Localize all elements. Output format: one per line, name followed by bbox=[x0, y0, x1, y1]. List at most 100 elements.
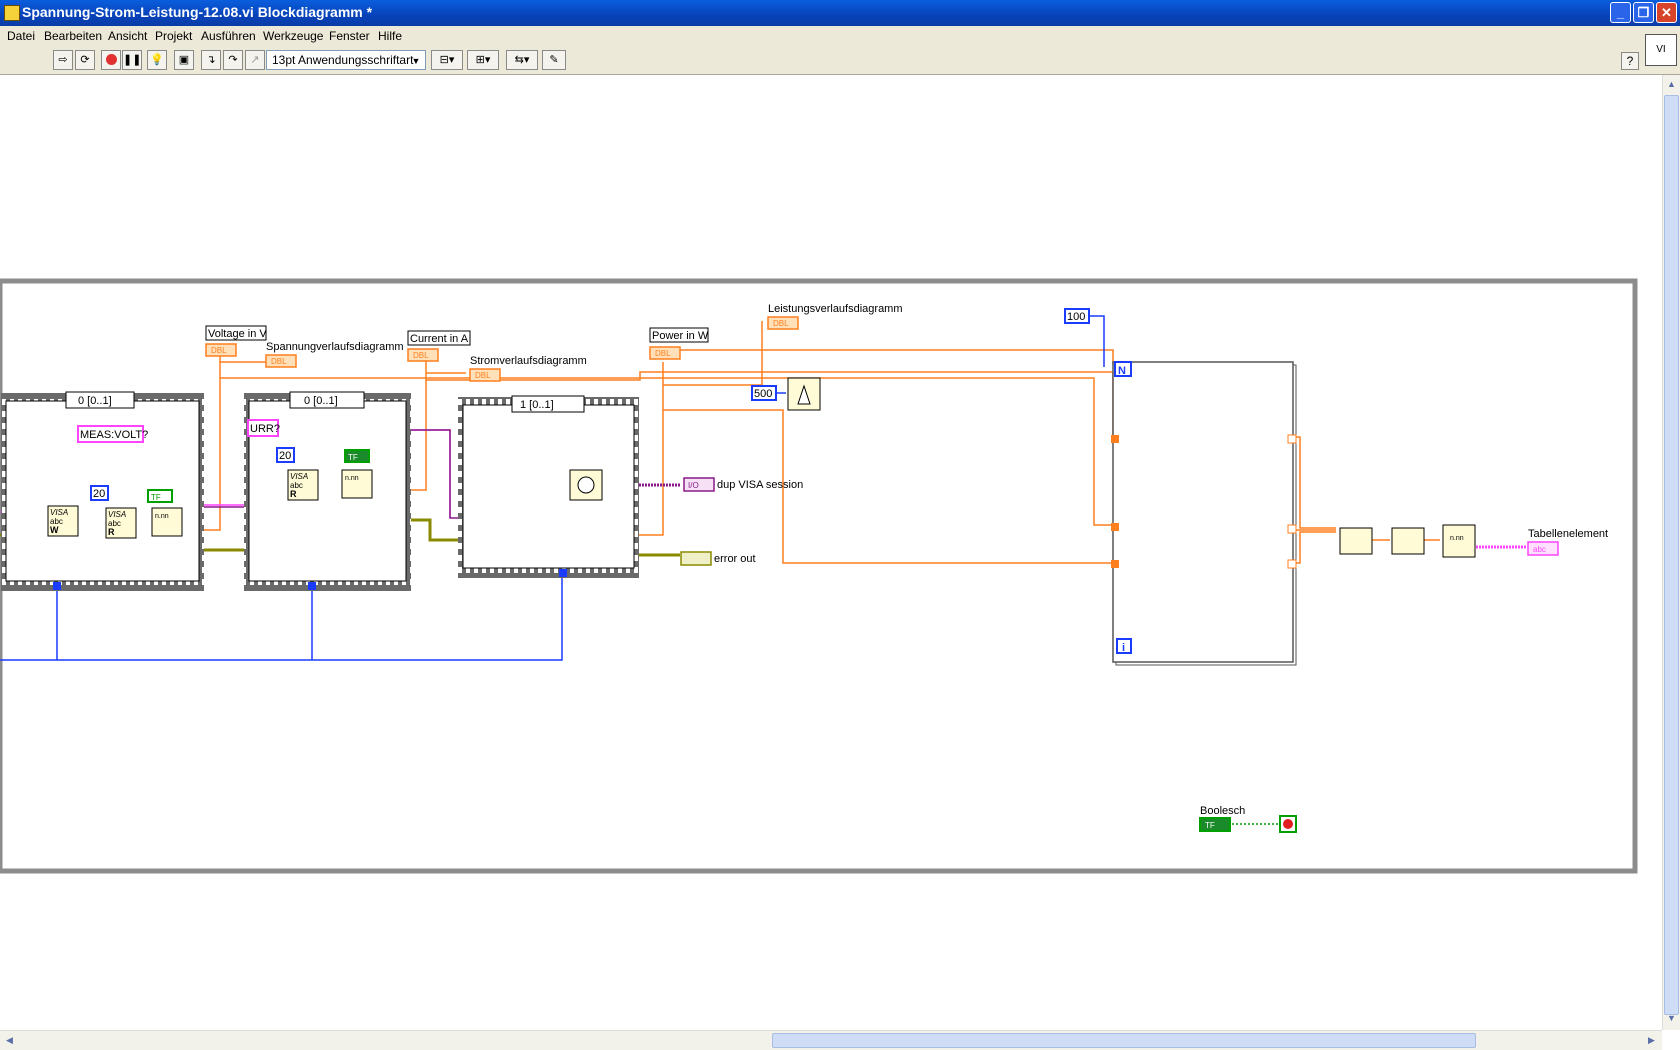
vertical-scrollbar[interactable]: ▲ ▼ bbox=[1662, 75, 1680, 1030]
svg-text:DBL: DBL bbox=[271, 357, 287, 366]
tunnel[interactable] bbox=[1111, 560, 1119, 568]
svg-text:dup VISA session: dup VISA session bbox=[717, 479, 803, 491]
vi-icon-connector-pane[interactable]: VI bbox=[1645, 34, 1677, 66]
svg-text:R: R bbox=[290, 489, 297, 499]
for-loop-structure[interactable]: N i bbox=[1111, 361, 1297, 666]
string-constant-curr[interactable]: URR? bbox=[247, 419, 280, 437]
chart-power[interactable]: Leistungsverlaufsdiagramm DBL bbox=[767, 303, 903, 330]
reorder-icon[interactable]: ⇆▾ bbox=[506, 50, 538, 70]
transpose-array-node[interactable] bbox=[1391, 527, 1425, 555]
step-over-icon[interactable]: ↷ bbox=[223, 50, 243, 70]
indicator-table-element[interactable]: Tabellenelement abc bbox=[1527, 528, 1608, 556]
fract-exp-string-to-number-a[interactable]: n.nn bbox=[151, 507, 183, 537]
loop-stop-terminal[interactable] bbox=[1279, 815, 1297, 833]
minimize-button[interactable]: _ bbox=[1610, 2, 1631, 23]
frame1-selector-label[interactable]: 0 [0..1] bbox=[78, 395, 112, 407]
context-help-button[interactable]: ? bbox=[1621, 52, 1639, 70]
svg-text:DBL: DBL bbox=[211, 346, 227, 355]
pause-icon[interactable]: ❚❚ bbox=[122, 50, 142, 70]
menu-hilfe[interactable]: Hilfe bbox=[378, 29, 402, 43]
menu-datei[interactable]: Datei bbox=[7, 29, 35, 43]
tunnel[interactable] bbox=[1287, 559, 1297, 569]
scroll-left-icon[interactable]: ◀ bbox=[2, 1033, 17, 1048]
string-constant-meas-volt[interactable]: MEAS:VOLT? bbox=[77, 425, 148, 443]
menu-bearbeiten[interactable]: Bearbeiten bbox=[44, 29, 102, 43]
frame3-selector-label[interactable]: 1 [0..1] bbox=[520, 399, 554, 411]
numeric-constant-20-b[interactable]: 20 bbox=[276, 447, 295, 463]
boolean-constant-a[interactable]: TF bbox=[147, 489, 173, 503]
svg-text:W: W bbox=[50, 525, 59, 535]
scroll-down-icon[interactable]: ▼ bbox=[1664, 1011, 1679, 1026]
sequence-frame-3[interactable]: 1 [0..1] bbox=[458, 395, 639, 578]
svg-text:Stromverlaufsdiagramm: Stromverlaufsdiagramm bbox=[470, 355, 587, 367]
wait-ms-node[interactable] bbox=[787, 377, 821, 411]
svg-text:Tabellenelement: Tabellenelement bbox=[1528, 528, 1608, 540]
svg-text:TF: TF bbox=[151, 493, 161, 502]
tick-count-node[interactable] bbox=[569, 469, 603, 501]
chart-voltage[interactable]: Spannungverlaufsdiagramm DBL bbox=[265, 341, 404, 368]
frame2-selector-label[interactable]: 0 [0..1] bbox=[304, 395, 338, 407]
tunnel[interactable] bbox=[1287, 434, 1297, 444]
svg-text:I/O: I/O bbox=[688, 481, 699, 490]
indicator-voltage[interactable]: Voltage in V DBL bbox=[205, 325, 267, 357]
svg-text:Spannungverlaufsdiagramm: Spannungverlaufsdiagramm bbox=[266, 341, 404, 353]
run-arrow-icon[interactable]: ⇨ bbox=[53, 50, 73, 70]
labview-app-icon bbox=[4, 5, 20, 21]
scroll-up-icon[interactable]: ▲ bbox=[1664, 77, 1679, 92]
indicator-error-out[interactable]: error out bbox=[680, 551, 756, 566]
build-array-node[interactable] bbox=[1339, 527, 1373, 555]
tunnel[interactable] bbox=[1111, 523, 1119, 531]
svg-text:20: 20 bbox=[93, 488, 105, 500]
menu-ansicht[interactable]: Ansicht bbox=[108, 29, 147, 43]
horizontal-scroll-thumb[interactable] bbox=[772, 1033, 1476, 1048]
svg-text:Boolesch: Boolesch bbox=[1200, 805, 1245, 817]
svg-text:R: R bbox=[108, 527, 115, 537]
fract-exp-string-to-number-b[interactable]: n.nn bbox=[341, 469, 373, 499]
distribute-objects-icon[interactable]: ⊞▾ bbox=[467, 50, 499, 70]
tunnel[interactable] bbox=[1287, 524, 1297, 534]
tunnel[interactable] bbox=[1111, 435, 1119, 443]
clean-up-diagram-icon[interactable]: ✎ bbox=[542, 50, 566, 70]
boolean-constant-b[interactable]: TF bbox=[344, 449, 370, 463]
svg-text:DBL: DBL bbox=[773, 319, 789, 328]
indicator-power[interactable]: Power in W DBL bbox=[649, 327, 709, 360]
run-continuously-icon[interactable]: ⟳ bbox=[75, 50, 95, 70]
indicator-current[interactable]: Current in A DBL bbox=[407, 330, 471, 362]
loop-count-label: N bbox=[1118, 365, 1126, 377]
step-out-icon[interactable]: ↗ bbox=[245, 50, 265, 70]
window-titlebar: Spannung-Strom-Leistung-12.08.vi Blockdi… bbox=[0, 0, 1680, 26]
visa-write-node[interactable]: VISA abc W bbox=[47, 505, 79, 537]
vertical-scroll-thumb[interactable] bbox=[1664, 95, 1679, 1015]
svg-text:Leistungsverlaufsdiagramm: Leistungsverlaufsdiagramm bbox=[768, 303, 903, 315]
step-into-icon[interactable]: ↴ bbox=[201, 50, 221, 70]
chart-current[interactable]: Stromverlaufsdiagramm DBL bbox=[469, 355, 587, 382]
chevron-down-icon: ▼ bbox=[411, 56, 421, 66]
close-button[interactable]: ✕ bbox=[1656, 2, 1677, 23]
block-diagram-canvas[interactable]: 0 [0..1] 0 [0..1] 1 [0..1] N i MEAS:VOLT… bbox=[0, 75, 1662, 1030]
svg-text:TF: TF bbox=[348, 453, 358, 462]
numeric-constant-20-a[interactable]: 20 bbox=[90, 485, 109, 501]
svg-text:URR?: URR? bbox=[250, 423, 280, 435]
visa-read-node-a[interactable]: VISA abc R bbox=[105, 507, 137, 539]
svg-text:error out: error out bbox=[714, 553, 756, 565]
visa-read-node-b[interactable]: VISA abc R bbox=[287, 469, 319, 501]
retain-wire-values-icon[interactable]: ▣ bbox=[174, 50, 194, 70]
font-select[interactable]: 13pt Anwendungsschriftart ▼ bbox=[266, 50, 426, 70]
number-to-string-node[interactable]: n.nn bbox=[1442, 524, 1476, 558]
svg-text:n.nn: n.nn bbox=[345, 475, 359, 482]
boolean-control[interactable]: Boolesch TF bbox=[1199, 805, 1245, 832]
align-objects-icon[interactable]: ⊟▾ bbox=[431, 50, 463, 70]
horizontal-scrollbar[interactable]: ◀ ▶ bbox=[0, 1030, 1662, 1050]
highlight-execution-icon[interactable]: 💡 bbox=[147, 50, 167, 70]
numeric-constant-100[interactable]: 100 bbox=[1064, 308, 1090, 324]
abort-execution-icon[interactable] bbox=[101, 50, 121, 70]
indicator-dup-visa-session[interactable]: I/O dup VISA session bbox=[683, 477, 803, 492]
numeric-constant-500[interactable]: 500 bbox=[751, 385, 777, 401]
scroll-right-icon[interactable]: ▶ bbox=[1644, 1033, 1659, 1048]
menu-werkzeuge[interactable]: Werkzeuge bbox=[263, 29, 323, 43]
menu-projekt[interactable]: Projekt bbox=[155, 29, 192, 43]
menu-bar: Datei Bearbeiten Ansicht Projekt Ausführ… bbox=[0, 26, 1680, 46]
menu-fenster[interactable]: Fenster bbox=[329, 29, 370, 43]
maximize-button[interactable]: ❐ bbox=[1633, 2, 1654, 23]
menu-ausfuehren[interactable]: Ausführen bbox=[201, 29, 256, 43]
